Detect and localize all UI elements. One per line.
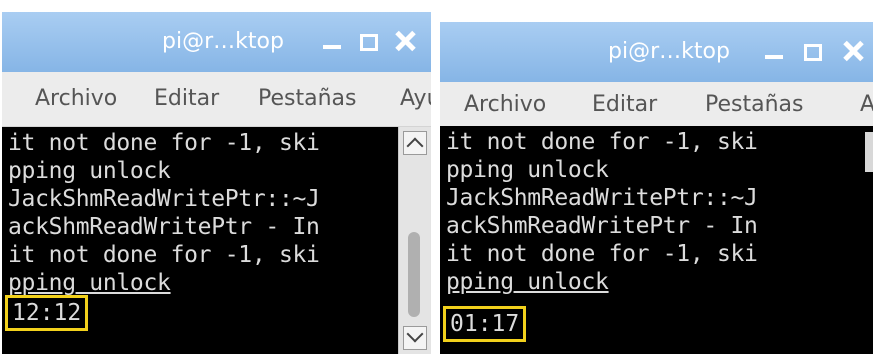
menu-editar[interactable]: Editar [592,90,657,120]
terminal-window-right: pi@r…ktop Archivo Editar Pestañas A it n… [440,22,873,354]
scrollbar-edge[interactable] [865,132,873,172]
maximize-button[interactable] [802,37,824,65]
scroll-down-icon[interactable] [403,326,427,350]
terminal-window-left: pi@r…ktop Archivo Editar Pestañas Ayu it… [2,12,431,354]
window-title: pi@r…ktop [162,29,284,54]
minimize-button[interactable] [764,37,786,65]
menu-bar: Archivo Editar Pestañas A [440,82,873,127]
menu-ayuda[interactable]: A [860,90,873,120]
terminal-line: it not done for -1, ski [8,130,320,156]
maximize-icon [804,44,822,61]
title-bar[interactable]: pi@r…ktop [2,12,431,72]
maximize-button[interactable] [358,27,380,55]
title-bar[interactable]: pi@r…ktop [440,22,873,82]
terminal-line: pping unlock [446,269,609,295]
menu-pestanas[interactable]: Pestañas [705,90,803,120]
scrollbar-thumb[interactable] [408,232,420,317]
terminal-line: it not done for -1, ski [446,241,758,267]
terminal-output[interactable]: it not done for -1, ski pping unlock Jac… [2,127,398,354]
terminal-line: pping unlock [446,157,609,183]
clock-highlight: 12:12 [5,295,89,331]
terminal-line: ackShmReadWritePtr - In [8,214,320,240]
close-button[interactable] [842,37,864,65]
minimize-button[interactable] [322,27,344,55]
menu-archivo[interactable]: Archivo [464,90,546,120]
terminal-line: it not done for -1, ski [8,242,320,268]
vertical-scrollbar[interactable] [398,127,431,354]
menu-editar[interactable]: Editar [154,84,219,114]
window-title: pi@r…ktop [608,39,730,64]
menu-archivo[interactable]: Archivo [35,84,117,114]
clock-highlight: 01:17 [443,306,527,342]
terminal-line: pping unlock [8,270,171,296]
menu-bar: Archivo Editar Pestañas Ayu [2,72,431,127]
menu-pestanas[interactable]: Pestañas [258,84,356,114]
minimize-icon [323,45,341,49]
close-button[interactable] [394,27,416,55]
maximize-icon [360,34,378,51]
terminal-line: pping unlock [8,158,171,184]
terminal-line: ackShmReadWritePtr - In [446,213,758,239]
terminal-line: it not done for -1, ski [446,129,758,155]
terminal-line: JackShmReadWritePtr::~J [446,185,758,211]
menu-ayuda[interactable]: Ayu [400,84,431,114]
terminal-line: JackShmReadWritePtr::~J [8,186,320,212]
minimize-icon [765,55,783,59]
terminal-output[interactable]: it not done for -1, ski pping unlock Jac… [440,126,873,354]
scroll-up-icon[interactable] [403,131,427,155]
